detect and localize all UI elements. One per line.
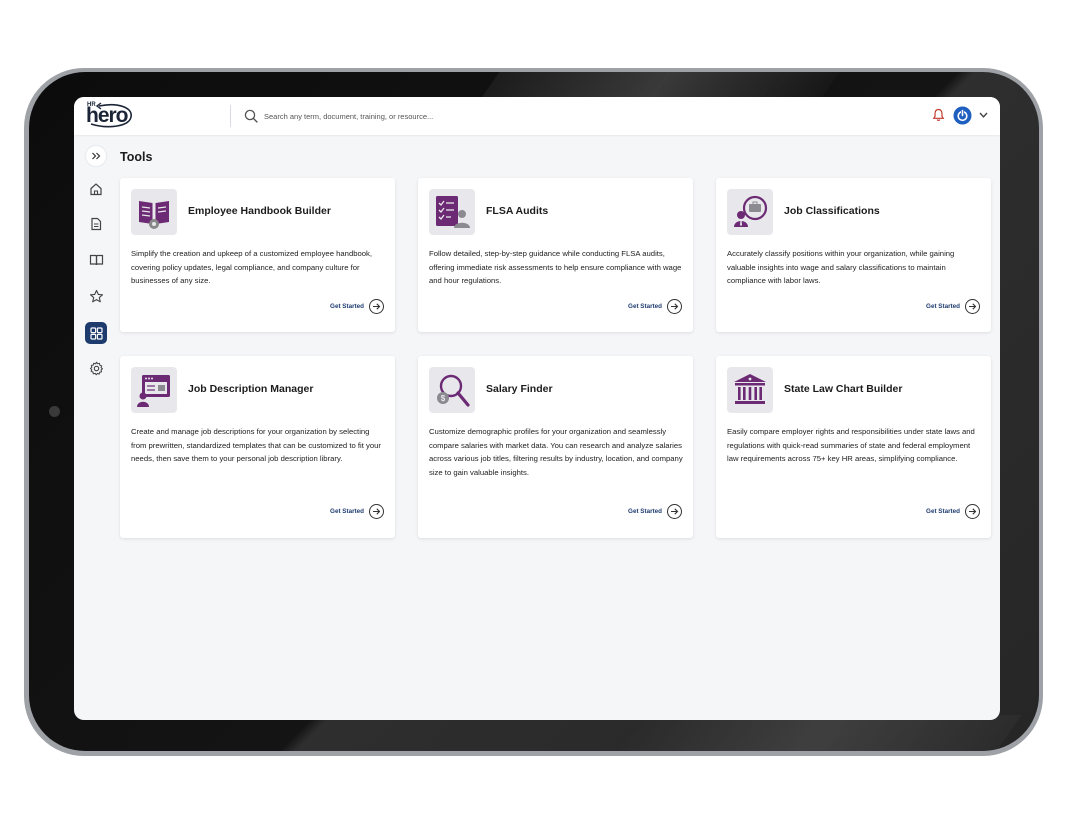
job-classification-icon — [727, 189, 773, 235]
tool-card-salary-finder[interactable]: $ Salary Finder Customize demographic pr… — [418, 356, 693, 538]
arrow-right-icon — [965, 299, 980, 314]
get-started-label: Get Started — [330, 303, 364, 310]
tablet-camera — [49, 406, 60, 417]
card-title: Job Classifications — [784, 205, 880, 217]
get-started-button[interactable]: Get Started — [628, 299, 682, 314]
arrow-right-icon — [369, 299, 384, 314]
sidebar-item-library[interactable] — [85, 249, 107, 271]
arrow-right-icon — [667, 504, 682, 519]
star-icon — [89, 289, 103, 302]
double-chevron-right-icon — [92, 152, 101, 160]
page-title: Tools — [120, 150, 153, 164]
card-title: Salary Finder — [486, 383, 553, 395]
get-started-label: Get Started — [330, 508, 364, 515]
logo-word-text: hero — [86, 104, 129, 127]
svg-text:$: $ — [441, 394, 446, 403]
home-icon — [90, 183, 102, 196]
search-icon — [244, 109, 258, 123]
card-description: Accurately classify positions within you… — [727, 249, 955, 286]
card-description: Customize demographic profiles for your … — [429, 427, 683, 477]
sidebar-item-favorites[interactable] — [85, 285, 107, 307]
tool-card-state-law-chart-builder[interactable]: State Law Chart Builder Easily compare e… — [716, 356, 991, 538]
grid-icon — [89, 326, 103, 340]
sidebar-item-home[interactable] — [85, 178, 107, 200]
sidebar-expand-button[interactable] — [86, 146, 106, 166]
job-description-icon — [131, 367, 177, 413]
card-description: Create and manage job descriptions for y… — [131, 427, 381, 464]
courthouse-icon — [727, 367, 773, 413]
card-title: State Law Chart Builder — [784, 383, 903, 395]
card-title: Employee Handbook Builder — [188, 205, 331, 217]
arrow-right-icon — [369, 504, 384, 519]
card-title: FLSA Audits — [486, 205, 549, 217]
arrow-right-icon — [667, 299, 682, 314]
hr-hero-logo[interactable]: HR hero — [85, 102, 133, 130]
salary-search-icon: $ — [429, 367, 475, 413]
book-icon — [89, 254, 103, 266]
get-started-label: Get Started — [926, 303, 960, 310]
top-bar: HR hero — [74, 97, 1000, 135]
sidebar-item-settings[interactable] — [85, 357, 107, 379]
gear-icon — [89, 361, 103, 375]
arrow-right-icon — [965, 504, 980, 519]
notification-bell-icon[interactable] — [932, 108, 945, 122]
card-description: Simplify the creation and upkeep of a cu… — [131, 249, 373, 286]
tool-card-job-description-manager[interactable]: Job Description Manager Create and manag… — [120, 356, 395, 538]
get-started-label: Get Started — [628, 303, 662, 310]
get-started-button[interactable]: Get Started — [628, 504, 682, 519]
user-power-icon[interactable] — [953, 106, 972, 125]
get-started-label: Get Started — [926, 508, 960, 515]
tool-card-job-classifications[interactable]: Job Classifications Accurately classify … — [716, 178, 991, 332]
document-icon — [91, 217, 102, 231]
chevron-down-icon[interactable] — [978, 110, 989, 120]
sidebar — [74, 135, 116, 720]
topbar-divider — [230, 105, 231, 127]
card-description: Easily compare employer rights and respo… — [727, 427, 975, 464]
tool-card-employee-handbook-builder[interactable]: Employee Handbook Builder Simplify the c… — [120, 178, 395, 332]
sidebar-item-documents[interactable] — [85, 213, 107, 235]
card-title: Job Description Manager — [188, 383, 314, 395]
get-started-button[interactable]: Get Started — [926, 299, 980, 314]
get-started-label: Get Started — [628, 508, 662, 515]
checklist-icon — [429, 189, 475, 235]
tool-card-flsa-audits[interactable]: FLSA Audits Follow detailed, step-by-ste… — [418, 178, 693, 332]
card-description: Follow detailed, step-by-step guidance w… — [429, 249, 682, 286]
get-started-button[interactable]: Get Started — [330, 299, 384, 314]
search-input[interactable] — [264, 107, 624, 125]
handbook-icon — [131, 189, 177, 235]
get-started-button[interactable]: Get Started — [330, 504, 384, 519]
sidebar-item-tools[interactable] — [85, 322, 107, 344]
app-screen: HR hero Search any term, document, train… — [74, 97, 1000, 720]
get-started-button[interactable]: Get Started — [926, 504, 980, 519]
